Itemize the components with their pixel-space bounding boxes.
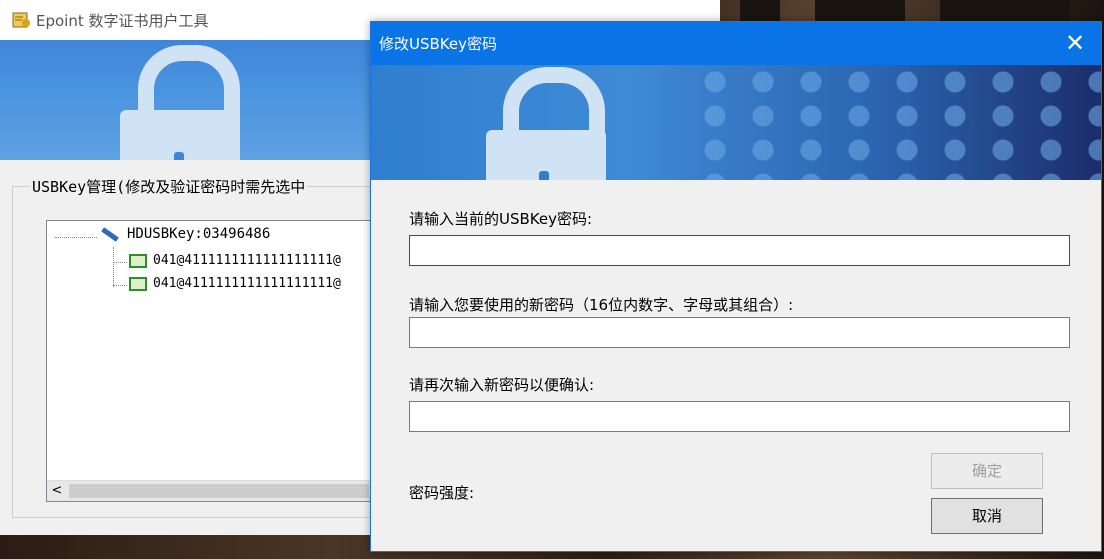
confirm-password-label: 请再次输入新密码以便确认: xyxy=(409,376,595,394)
tree-connector xyxy=(113,247,114,287)
lock-keyhole xyxy=(174,152,184,160)
background-patch xyxy=(815,0,905,22)
new-password-input[interactable] xyxy=(409,317,1070,348)
certificate-icon xyxy=(129,276,147,291)
close-icon[interactable]: ✕ xyxy=(1057,26,1093,60)
current-password-label: 请输入当前的USBKey密码: xyxy=(409,210,593,228)
tree-connector xyxy=(113,285,127,286)
tree-connector xyxy=(113,262,127,263)
banner-pattern xyxy=(691,65,1101,180)
lock-keyhole xyxy=(539,171,549,180)
main-window-title: Epoint 数字证书用户工具 xyxy=(36,12,209,30)
tree-root-label: HDUSBKey:03496486 xyxy=(127,226,271,242)
tree-connector xyxy=(55,237,97,238)
usbkey-group-label: USBKey管理(修改及验证密码时需先选中 xyxy=(30,176,308,197)
password-strength-label: 密码强度: xyxy=(409,484,475,502)
certificate-icon xyxy=(129,253,147,268)
dialog-titlebar[interactable]: 修改USBKey密码 ✕ xyxy=(371,22,1101,65)
ok-button[interactable]: 确定 xyxy=(931,453,1043,489)
new-password-label: 请输入您要使用的新密码（16位内数字、字母或其组合）: xyxy=(409,296,794,314)
scroll-left-arrow[interactable]: < xyxy=(47,481,67,501)
dialog-title: 修改USBKey密码 xyxy=(379,35,497,53)
background-patch xyxy=(940,0,1070,22)
tree-root-item[interactable]: HDUSBKey:03496486 xyxy=(99,225,270,243)
background-patch xyxy=(740,0,780,22)
tree-cert-label: 041@4111111111111111111@ xyxy=(153,276,341,291)
current-password-input[interactable] xyxy=(409,235,1070,266)
certificate-app-icon xyxy=(12,12,30,28)
cancel-button[interactable]: 取消 xyxy=(931,498,1043,534)
tree-cert-item[interactable]: 041@4111111111111111111@ xyxy=(129,253,341,268)
tree-cert-label: 041@4111111111111111111@ xyxy=(153,253,341,268)
confirm-password-input[interactable] xyxy=(409,401,1070,432)
usb-key-icon xyxy=(99,225,121,243)
change-password-dialog: 修改USBKey密码 ✕ 请输入当前的USBKey密码: 请输入您要使用的新密码… xyxy=(370,21,1102,552)
dialog-banner xyxy=(371,65,1101,180)
tree-cert-item[interactable]: 041@4111111111111111111@ xyxy=(129,276,341,291)
scrollbar-thumb[interactable] xyxy=(69,484,369,498)
